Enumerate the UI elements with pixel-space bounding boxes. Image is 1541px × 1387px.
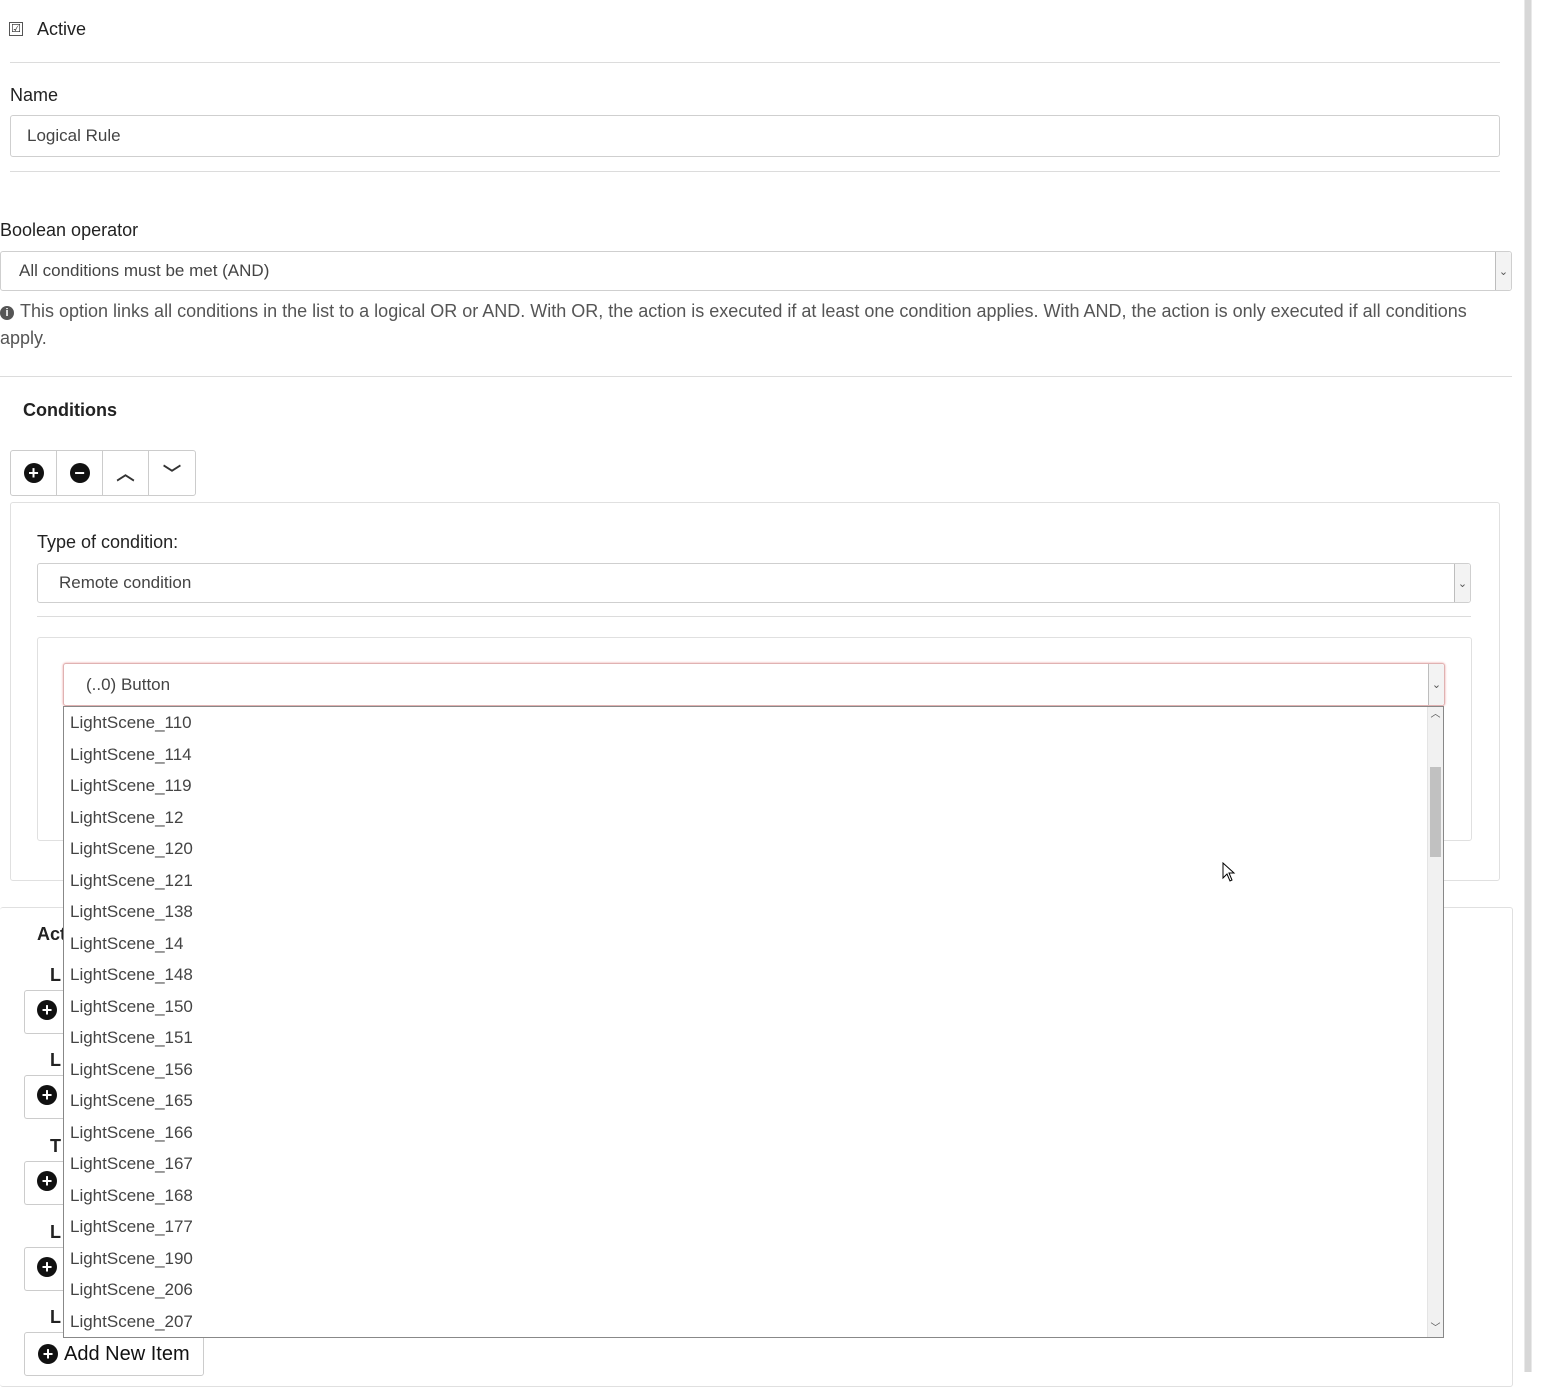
dropdown-option[interactable]: LightScene_148 — [64, 959, 1443, 991]
dropdown-option[interactable]: LightScene_12 — [64, 802, 1443, 834]
condition-type-value: Remote condition — [59, 573, 192, 592]
action-row-label: L — [50, 1222, 61, 1242]
conditions-title: Conditions — [23, 400, 117, 420]
dropdown-option[interactable]: LightScene_121 — [64, 865, 1443, 897]
dropdown-option[interactable]: LightScene_167 — [64, 1148, 1443, 1180]
boolean-operator-select[interactable]: All conditions must be met (AND) ⌄ — [0, 251, 1512, 291]
dropdown-option[interactable]: LightScene_190 — [64, 1243, 1443, 1275]
dropdown-option[interactable]: LightScene_165 — [64, 1085, 1443, 1117]
remove-condition-button[interactable]: − — [57, 451, 103, 495]
options-scrollbar[interactable]: ︿ ﹀ — [1427, 707, 1443, 1337]
dropdown-option[interactable]: LightScene_114 — [64, 739, 1443, 771]
move-up-button[interactable]: ︿ — [103, 451, 149, 495]
options-container: LightScene_110 LightScene_114 LightScene_1… — [64, 707, 1443, 1337]
dropdown-option[interactable]: LightScene_177 — [64, 1211, 1443, 1243]
dropdown-option[interactable]: LightScene_150 — [64, 991, 1443, 1023]
page-scrollbar[interactable] — [1524, 0, 1532, 1372]
active-label: Active — [37, 19, 87, 39]
remote-button-options-list[interactable]: LightScene_110 LightScene_114 LightScene_1… — [63, 706, 1444, 1338]
boolean-operator-label: Boolean operator — [0, 220, 139, 240]
dropdown-option[interactable]: LightScene_119 — [64, 770, 1443, 802]
options-scrollbar-thumb[interactable] — [1430, 767, 1441, 857]
add-new-item-label: Add New Item — [64, 1342, 190, 1365]
info-icon: i — [0, 306, 14, 320]
dropdown-option[interactable]: LightScene_151 — [64, 1022, 1443, 1054]
action-row-label: L — [50, 965, 61, 985]
plus-circle-icon: + — [37, 1000, 57, 1020]
active-checkbox[interactable]: ☑ — [9, 22, 23, 36]
dropdown-option[interactable]: LightScene_166 — [64, 1117, 1443, 1149]
dropdown-option[interactable]: LightScene_156 — [64, 1054, 1443, 1086]
dropdown-option[interactable]: LightScene_110 — [64, 707, 1443, 739]
dropdown-option[interactable]: LightScene_14 — [64, 928, 1443, 960]
actions-title: Act — [37, 924, 67, 944]
condition-type-select[interactable]: Remote condition ⌄ — [37, 563, 1471, 603]
name-input[interactable]: Logical Rule — [10, 115, 1500, 157]
plus-circle-icon: + — [37, 1171, 57, 1191]
dropdown-option[interactable]: LightScene_206 — [64, 1274, 1443, 1306]
remote-button-select[interactable]: (..0) Button ⌄ — [63, 663, 1445, 706]
add-new-item-button[interactable]: + Add New Item — [24, 1332, 204, 1376]
boolean-operator-value: All conditions must be met (AND) — [19, 261, 270, 280]
scroll-up-icon[interactable]: ︿ — [1428, 707, 1443, 723]
divider — [10, 171, 1500, 172]
minus-circle-icon: − — [69, 463, 90, 483]
conditions-toolbar: + − ︿ ﹀ — [10, 450, 196, 496]
scroll-down-icon[interactable]: ﹀ — [1428, 1321, 1443, 1337]
move-down-button[interactable]: ﹀ — [149, 451, 195, 495]
dropdown-option[interactable]: LightScene_168 — [64, 1180, 1443, 1212]
plus-circle-icon: + — [23, 463, 44, 483]
plus-circle-icon: + — [37, 1257, 57, 1277]
add-condition-button[interactable]: + — [11, 451, 57, 495]
action-row-label: L — [50, 1307, 61, 1327]
name-label: Name — [10, 85, 59, 105]
page-scrollbar-thumb[interactable] — [1525, 0, 1531, 1372]
plus-circle-icon: + — [37, 1085, 57, 1105]
chevron-up-icon: ︿ — [116, 464, 135, 484]
boolean-operator-help-text: This option links all conditions in the … — [0, 301, 1467, 348]
chevron-down-icon: ﹀ — [163, 464, 181, 484]
action-row-label: T — [50, 1136, 61, 1156]
mouse-cursor-icon — [1222, 862, 1236, 882]
chevron-down-icon[interactable]: ⌄ — [1428, 664, 1444, 705]
dropdown-option[interactable]: LightScene_120 — [64, 833, 1443, 865]
divider — [37, 616, 1471, 617]
condition-type-label: Type of condition: — [37, 532, 179, 552]
chevron-down-icon[interactable]: ⌄ — [1495, 252, 1511, 290]
remote-button-select-value: (..0) Button — [86, 674, 171, 694]
chevron-down-icon[interactable]: ⌄ — [1454, 564, 1470, 602]
divider — [0, 376, 1512, 377]
action-row-label: L — [50, 1050, 61, 1070]
dropdown-option[interactable]: LightScene_207 — [64, 1306, 1443, 1338]
plus-circle-icon: + — [38, 1344, 58, 1364]
dropdown-option[interactable]: LightScene_138 — [64, 896, 1443, 928]
boolean-operator-help: i This option links all conditions in the… — [0, 298, 1510, 352]
divider — [10, 62, 1500, 63]
